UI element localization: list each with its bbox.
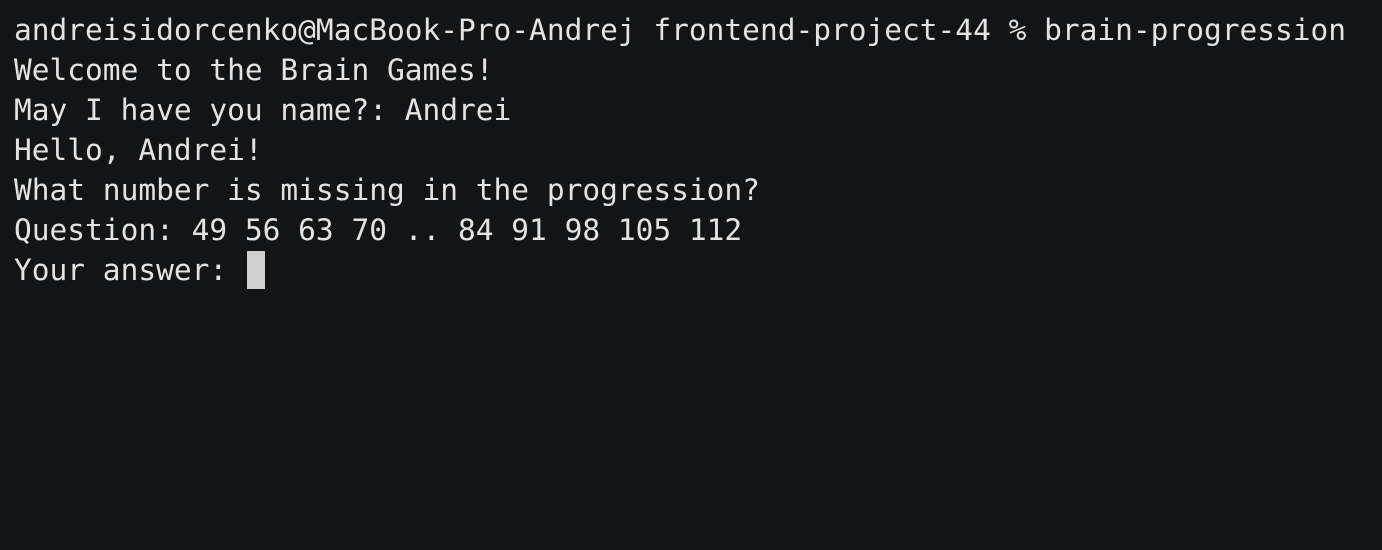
name-prompt: May I have you name?: Andrei [14, 93, 512, 127]
question-line: Question: 49 56 63 70 .. 84 91 98 105 11… [14, 213, 743, 247]
text-cursor [246, 251, 265, 289]
answer-prompt: Your answer: [14, 253, 245, 287]
greeting: Hello, Andrei! [14, 133, 263, 167]
welcome-message: Welcome to the Brain Games! [14, 53, 494, 87]
command-line: andreisidorcenko@MacBook-Pro-Andrej fron… [14, 13, 1347, 47]
game-instruction: What number is missing in the progressio… [14, 173, 760, 207]
terminal-window[interactable]: andreisidorcenko@MacBook-Pro-Andrej fron… [0, 0, 1382, 550]
answer-line[interactable]: Your answer: [14, 250, 1382, 290]
